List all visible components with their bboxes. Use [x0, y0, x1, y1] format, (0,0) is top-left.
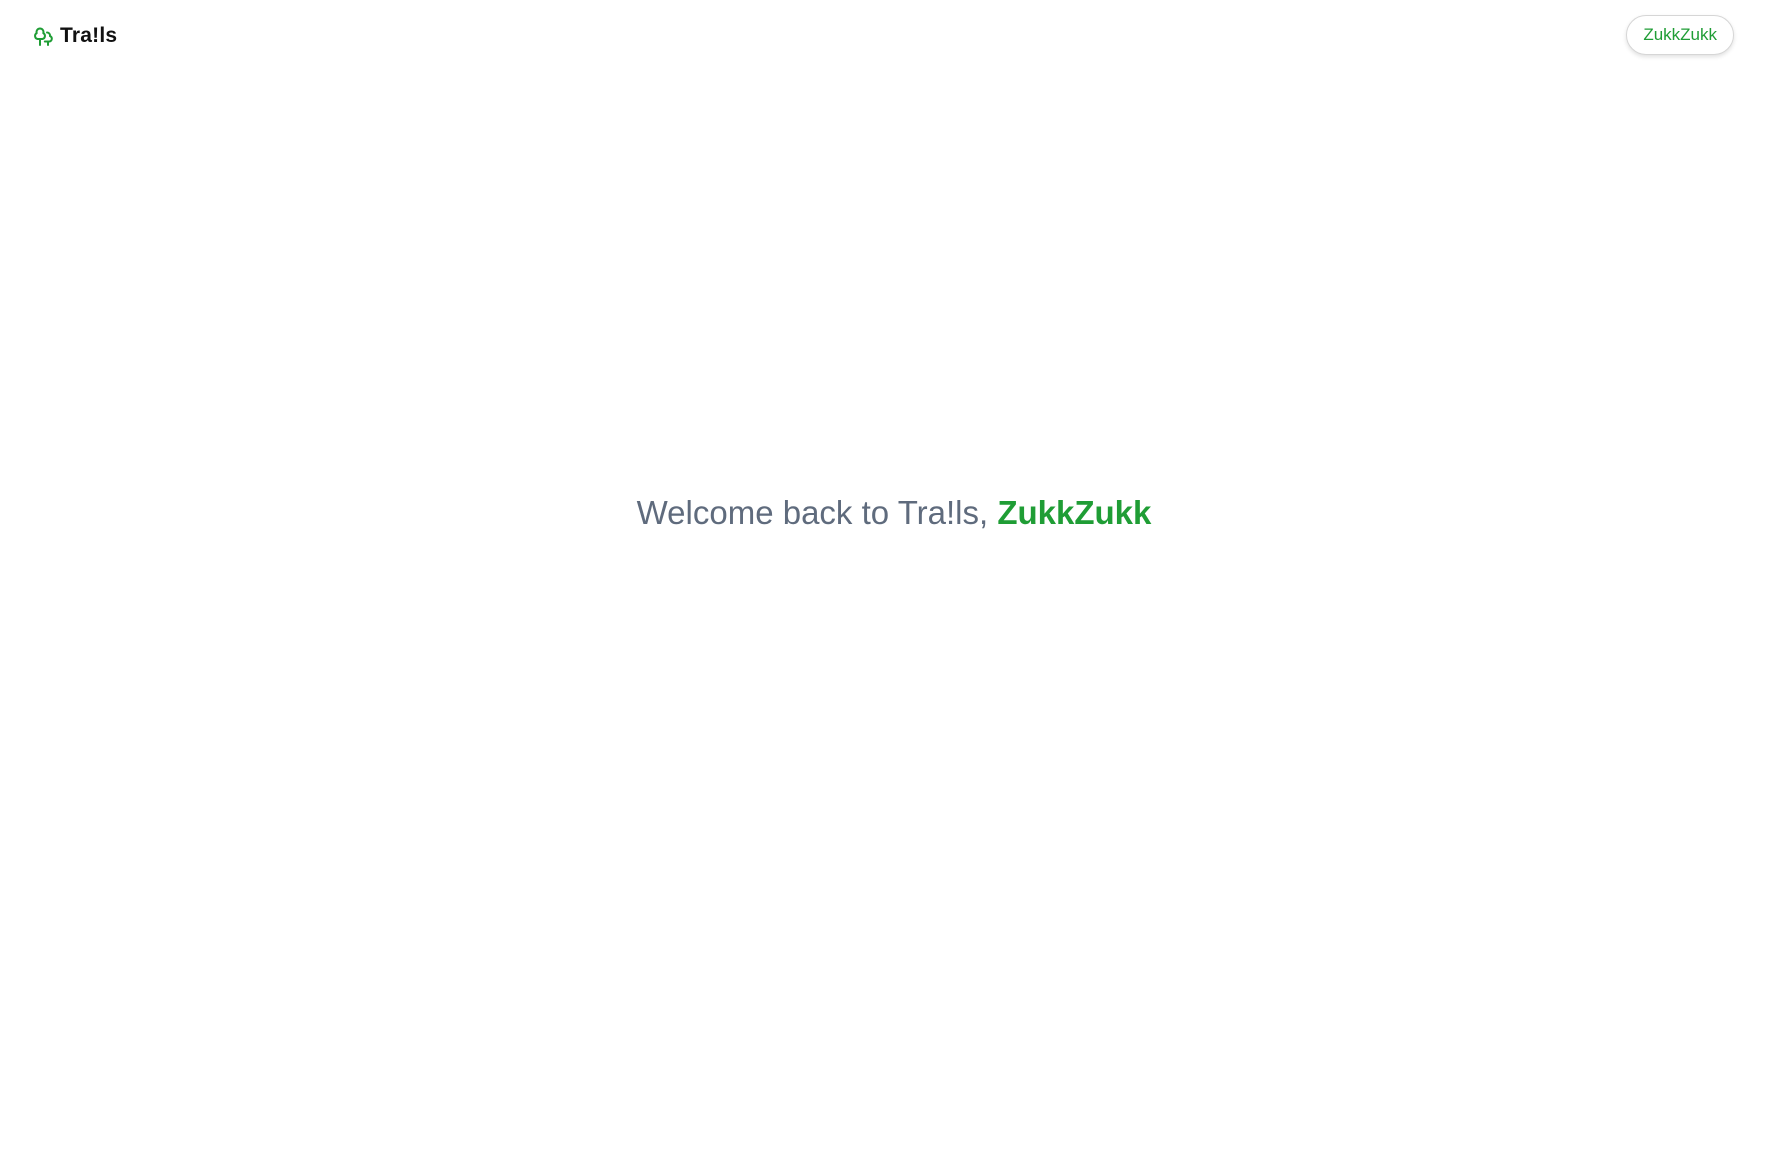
brand-name: Tra!ls: [60, 24, 118, 47]
welcome-username: ZukkZukk: [997, 494, 1152, 531]
top-bar: Tra!ls ZukkZukk: [0, 0, 1788, 74]
trees-icon: [34, 24, 54, 48]
page: Tra!ls ZukkZukk Welcome back to Tra!ls, …: [0, 0, 1788, 1149]
welcome-prefix: Welcome back to Tra!ls,: [636, 494, 989, 531]
brand-logo-link[interactable]: Tra!ls: [34, 22, 117, 50]
user-menu-button[interactable]: ZukkZukk: [1626, 15, 1734, 55]
welcome-message: Welcome back to Tra!ls, ZukkZukk: [0, 490, 1788, 536]
